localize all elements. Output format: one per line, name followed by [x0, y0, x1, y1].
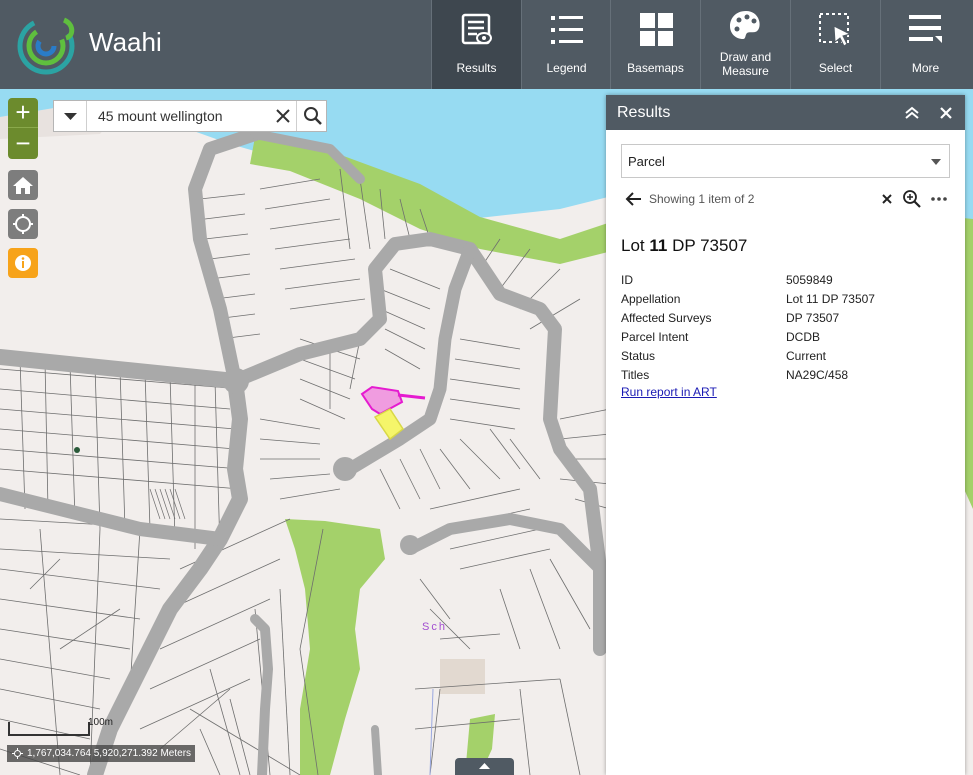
attribute-row: Parcel Intent DCDB	[621, 328, 951, 347]
search-source-dropdown[interactable]	[54, 101, 87, 131]
info-button[interactable]	[8, 248, 38, 278]
layer-select-value: Parcel	[628, 154, 665, 169]
clear-selection-icon[interactable]	[879, 191, 895, 207]
zoom-control: + −	[8, 98, 38, 159]
feature-attributes-table: ID 5059849 Appellation Lot 11 DP 73507 Aff…	[621, 271, 951, 385]
coordinate-readout[interactable]: 1,767,034.764 5,920,271.392 Meters	[7, 745, 196, 762]
info-icon	[15, 255, 31, 271]
feature-title-prefix: Lot	[621, 236, 650, 255]
scale-label: 100m	[88, 717, 114, 728]
search-clear-button[interactable]	[270, 101, 296, 131]
search-input[interactable]	[88, 101, 268, 131]
results-panel-header: Results	[606, 95, 965, 130]
chevron-down-icon	[64, 113, 77, 120]
bottom-panel-toggle[interactable]	[455, 758, 514, 775]
zoom-to-icon[interactable]	[902, 189, 922, 209]
app-title: Waahi	[89, 27, 162, 57]
attribute-value: 5059849	[786, 273, 833, 287]
toolbar-draw-measure-button[interactable]: Draw and Measure	[700, 0, 790, 89]
attribute-key: Affected Surveys	[621, 311, 712, 325]
attribute-row: ID 5059849	[621, 271, 951, 290]
close-icon	[276, 109, 290, 123]
map-label-school: Sch	[422, 621, 447, 633]
run-report-link[interactable]: Run report in ART	[621, 385, 717, 399]
attribute-key: Parcel Intent	[621, 330, 689, 344]
attribute-value: DP 73507	[786, 311, 840, 325]
chevron-up-icon	[479, 763, 490, 769]
attribute-value: Current	[786, 349, 827, 363]
close-icon	[940, 107, 952, 119]
toolbar-legend-label: Legend	[546, 61, 587, 75]
attribute-value: Lot 11 DP 73507	[786, 292, 875, 306]
chevron-down-icon	[931, 159, 941, 165]
attribute-row: Affected Surveys DP 73507	[621, 309, 951, 328]
results-navigation: Showing 1 item of 2	[621, 189, 951, 209]
toolbar-draw-label-line1: Draw and	[719, 50, 772, 64]
results-panel-title: Results	[617, 104, 671, 121]
hamburger-icon	[908, 15, 942, 43]
road-cul-de-sac-2	[400, 535, 420, 555]
attribute-row: Appellation Lot 11 DP 73507	[621, 290, 951, 309]
toolbar-more-button[interactable]: More	[880, 0, 970, 89]
legend-icon	[550, 16, 583, 44]
toolbar-select-button[interactable]: Select	[790, 0, 880, 89]
scale-bar	[8, 722, 90, 736]
attribute-key: Status	[621, 349, 656, 363]
home-button[interactable]	[8, 170, 38, 200]
more-options-icon[interactable]	[929, 189, 949, 209]
toolbar-results-label: Results	[456, 61, 497, 75]
attribute-value: DCDB	[786, 330, 821, 344]
attribute-row: Status Current	[621, 347, 951, 366]
app-header: Waahi Results Legend Basemaps Draw and M…	[0, 0, 973, 89]
feature-title-lot-number: 11	[649, 236, 668, 255]
zoom-in-button[interactable]: +	[8, 98, 38, 128]
attribute-key: Titles	[621, 368, 650, 382]
panel-close-button[interactable]	[936, 103, 956, 123]
waahi-logo-icon	[17, 17, 75, 75]
toolbar-basemaps-label: Basemaps	[627, 61, 684, 75]
zoom-out-button[interactable]: −	[8, 129, 38, 159]
crosshair-small-icon	[12, 748, 23, 759]
arrow-left-icon[interactable]	[625, 190, 643, 208]
home-icon	[13, 177, 33, 194]
feature-title: Lot 11 DP 73507	[621, 236, 747, 256]
double-chevron-up-icon	[905, 106, 919, 119]
select-cursor-icon	[818, 13, 851, 47]
search-submit-button[interactable]	[296, 101, 327, 131]
road-cul-de-sac	[333, 457, 357, 481]
app-root: Sch Waahi Results Legend Basemaps Draw a…	[0, 0, 973, 775]
attribute-value: NA29C/458	[786, 368, 849, 382]
crosshair-icon	[13, 214, 33, 234]
toolbar-legend-button[interactable]: Legend	[521, 0, 611, 89]
results-panel: Results Parcel Showing 1 item of 2 Lot 1…	[606, 95, 965, 775]
attribute-key: Appellation	[621, 292, 681, 306]
toolbar-results-button[interactable]: Results	[431, 0, 521, 89]
attribute-row: Titles NA29C/458	[621, 366, 951, 385]
toolbar-draw-label-line2: Measure	[722, 64, 769, 78]
palette-icon	[729, 11, 760, 39]
toolbar-draw-measure-label: Draw and Measure	[701, 50, 790, 78]
road-roundabout	[223, 368, 249, 394]
attribute-key: ID	[621, 273, 633, 287]
results-count-text: Showing 1 item of 2	[649, 192, 755, 206]
coordinate-text: 1,767,034.764 5,920,271.392 Meters	[27, 748, 192, 759]
search-icon	[304, 107, 322, 125]
toolbar-basemaps-button[interactable]: Basemaps	[610, 0, 700, 89]
feature-title-suffix: DP 73507	[667, 236, 748, 255]
results-icon	[461, 13, 492, 45]
layer-select-dropdown[interactable]: Parcel	[621, 144, 950, 178]
toolbar-select-label: Select	[818, 61, 853, 75]
panel-maximize-button[interactable]	[902, 103, 922, 123]
basemaps-icon	[639, 13, 673, 46]
map-marker-point	[74, 447, 80, 453]
toolbar-more-label: More	[911, 61, 940, 75]
search-widget	[53, 100, 327, 132]
my-location-button[interactable]	[8, 209, 38, 239]
